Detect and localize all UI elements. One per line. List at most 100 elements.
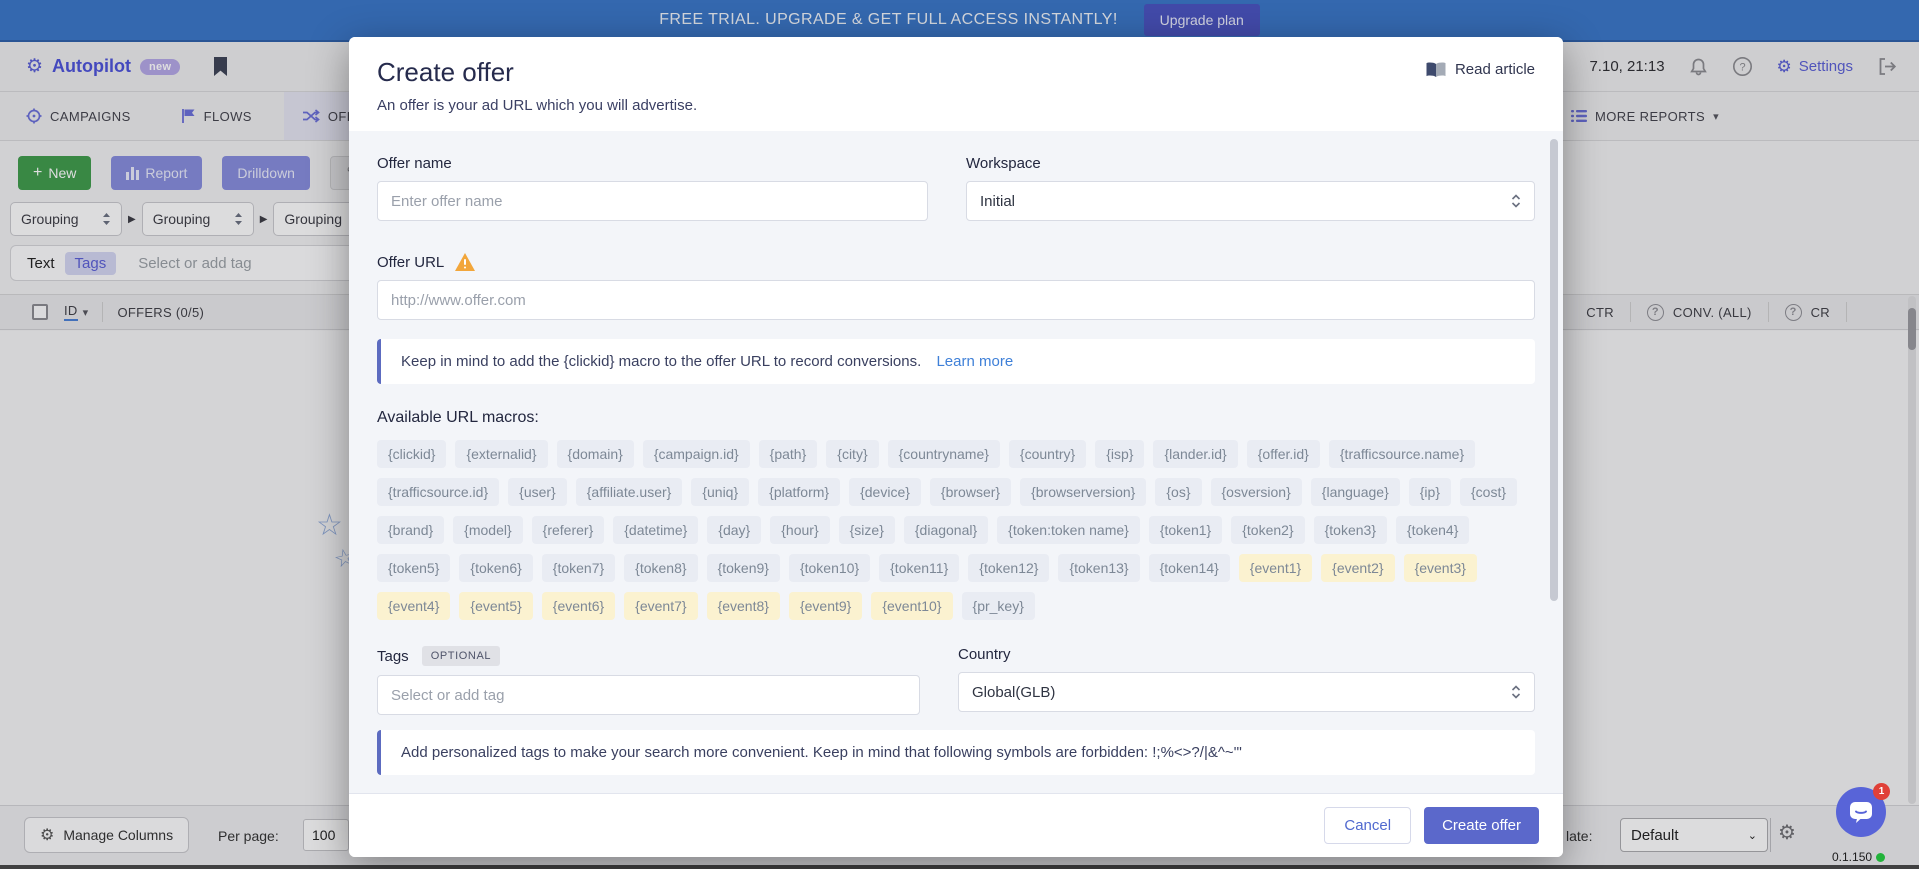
- macro-chip[interactable]: {token5}: [377, 554, 450, 582]
- create-offer-button[interactable]: Create offer: [1424, 807, 1539, 844]
- macro-chip[interactable]: {day}: [707, 516, 761, 544]
- version-indicator: 0.1.150: [1832, 850, 1885, 864]
- macro-chip[interactable]: {device}: [849, 478, 921, 506]
- macro-chip[interactable]: {lander.id}: [1153, 440, 1237, 468]
- macro-chip[interactable]: {event3}: [1404, 554, 1477, 582]
- macro-chip[interactable]: {event9}: [789, 592, 862, 620]
- macros-heading: Available URL macros:: [377, 409, 1535, 427]
- macro-chip[interactable]: {osversion}: [1211, 478, 1302, 506]
- chat-widget-button[interactable]: 1: [1836, 787, 1886, 837]
- macro-chip[interactable]: {hour}: [770, 516, 829, 544]
- macro-chip[interactable]: {os}: [1155, 478, 1201, 506]
- macro-chip[interactable]: {clickid}: [377, 440, 446, 468]
- macro-chip[interactable]: {cost}: [1460, 478, 1517, 506]
- macro-chip[interactable]: {affiliate.user}: [576, 478, 683, 506]
- macro-chip[interactable]: {platform}: [758, 478, 840, 506]
- workspace-select[interactable]: Initial: [966, 181, 1535, 221]
- macro-chip[interactable]: {diagonal}: [904, 516, 988, 544]
- macro-chip[interactable]: {browserversion}: [1020, 478, 1146, 506]
- optional-badge: OPTIONAL: [422, 646, 500, 666]
- learn-more-link[interactable]: Learn more: [936, 353, 1013, 370]
- modal-footer: Cancel Create offer: [349, 793, 1563, 857]
- macro-chip[interactable]: {event10}: [871, 592, 952, 620]
- macro-chip[interactable]: {countryname}: [888, 440, 1000, 468]
- offer-name-label: Offer name: [377, 155, 928, 172]
- country-label: Country: [958, 646, 1535, 663]
- modal-title: Create offer: [377, 57, 1535, 88]
- country-select-value: Global(GLB): [972, 684, 1055, 701]
- tags-label: Tags: [377, 648, 409, 665]
- macro-chip[interactable]: {datetime}: [613, 516, 698, 544]
- macro-chip[interactable]: {token13}: [1058, 554, 1139, 582]
- macro-chip[interactable]: {token9}: [707, 554, 780, 582]
- macro-chip[interactable]: {user}: [508, 478, 567, 506]
- macro-chip[interactable]: {event8}: [707, 592, 780, 620]
- offer-name-input[interactable]: [377, 181, 928, 221]
- macro-chip[interactable]: {city}: [826, 440, 878, 468]
- create-offer-modal: Create offer An offer is your ad URL whi…: [349, 37, 1563, 857]
- macro-chip[interactable]: {path}: [759, 440, 818, 468]
- macro-chip[interactable]: {offer.id}: [1247, 440, 1320, 468]
- macro-chip[interactable]: {pr_key}: [962, 592, 1035, 620]
- macro-chip[interactable]: {campaign.id}: [643, 440, 750, 468]
- version-label: 0.1.150: [1832, 850, 1872, 864]
- macro-chip[interactable]: {token7}: [542, 554, 615, 582]
- read-article-label: Read article: [1455, 61, 1535, 78]
- tags-note: Add personalized tags to make your searc…: [377, 730, 1535, 775]
- macro-chip-list: {clickid} {externalid} {domain} {campaign.i…: [377, 440, 1537, 620]
- chat-unread-badge: 1: [1873, 783, 1890, 800]
- offer-url-label: Offer URL: [377, 254, 444, 271]
- chevron-up-down-icon: [1511, 685, 1521, 699]
- modal-subtitle: An offer is your ad URL which you will a…: [377, 97, 1535, 114]
- macro-chip[interactable]: {token12}: [968, 554, 1049, 582]
- macro-chip[interactable]: {event7}: [624, 592, 697, 620]
- macro-chip[interactable]: {token10}: [789, 554, 870, 582]
- modal-scrollbar-thumb[interactable]: [1550, 139, 1558, 601]
- app-root: FREE TRIAL. UPGRADE & GET FULL ACCESS IN…: [0, 0, 1919, 869]
- macro-chip[interactable]: {event2}: [1321, 554, 1394, 582]
- book-icon: [1426, 62, 1446, 78]
- macro-chip[interactable]: {uniq}: [691, 478, 749, 506]
- macro-chip[interactable]: {trafficsource.name}: [1329, 440, 1475, 468]
- macro-chip[interactable]: {token4}: [1396, 516, 1469, 544]
- macro-chip[interactable]: {size}: [839, 516, 895, 544]
- chevron-up-down-icon: [1511, 194, 1521, 208]
- macro-chip[interactable]: {brand}: [377, 516, 444, 544]
- macro-chip[interactable]: {token:token name}: [997, 516, 1140, 544]
- clickid-note: Keep in mind to add the {clickid} macro …: [377, 339, 1535, 384]
- macro-chip[interactable]: {ip}: [1409, 478, 1451, 506]
- clickid-note-text: Keep in mind to add the {clickid} macro …: [401, 353, 921, 370]
- macro-chip[interactable]: {model}: [453, 516, 522, 544]
- status-dot: [1876, 853, 1885, 862]
- macro-chip[interactable]: {domain}: [557, 440, 634, 468]
- macro-chip[interactable]: {token2}: [1231, 516, 1304, 544]
- macro-chip[interactable]: {token11}: [879, 554, 959, 582]
- offer-url-input[interactable]: [377, 280, 1535, 320]
- macro-chip[interactable]: {trafficsource.id}: [377, 478, 499, 506]
- macro-chip[interactable]: {event5}: [459, 592, 532, 620]
- macro-chip[interactable]: {isp}: [1095, 440, 1144, 468]
- macro-chip[interactable]: {token1}: [1149, 516, 1222, 544]
- modal-header: Create offer An offer is your ad URL whi…: [349, 37, 1563, 131]
- macro-chip[interactable]: {language}: [1311, 478, 1400, 506]
- macro-chip[interactable]: {browser}: [930, 478, 1011, 506]
- macro-chip[interactable]: {country}: [1009, 440, 1086, 468]
- macro-chip[interactable]: {externalid}: [455, 440, 547, 468]
- warning-icon: [455, 253, 475, 271]
- chat-icon: [1849, 801, 1873, 823]
- macro-chip[interactable]: {token6}: [459, 554, 532, 582]
- cancel-button[interactable]: Cancel: [1324, 807, 1411, 844]
- modal-body: Offer name Workspace Initial Offer URL: [349, 131, 1563, 793]
- macro-chip[interactable]: {event4}: [377, 592, 450, 620]
- workspace-label: Workspace: [966, 155, 1535, 172]
- tags-input[interactable]: [377, 675, 920, 715]
- workspace-select-value: Initial: [980, 193, 1015, 210]
- macro-chip[interactable]: {token3}: [1314, 516, 1387, 544]
- country-select[interactable]: Global(GLB): [958, 672, 1535, 712]
- macro-chip[interactable]: {token8}: [624, 554, 697, 582]
- macro-chip[interactable]: {event1}: [1239, 554, 1312, 582]
- macro-chip[interactable]: {referer}: [532, 516, 605, 544]
- macro-chip[interactable]: {event6}: [542, 592, 615, 620]
- macro-chip[interactable]: {token14}: [1149, 554, 1230, 582]
- read-article-link[interactable]: Read article: [1426, 61, 1535, 78]
